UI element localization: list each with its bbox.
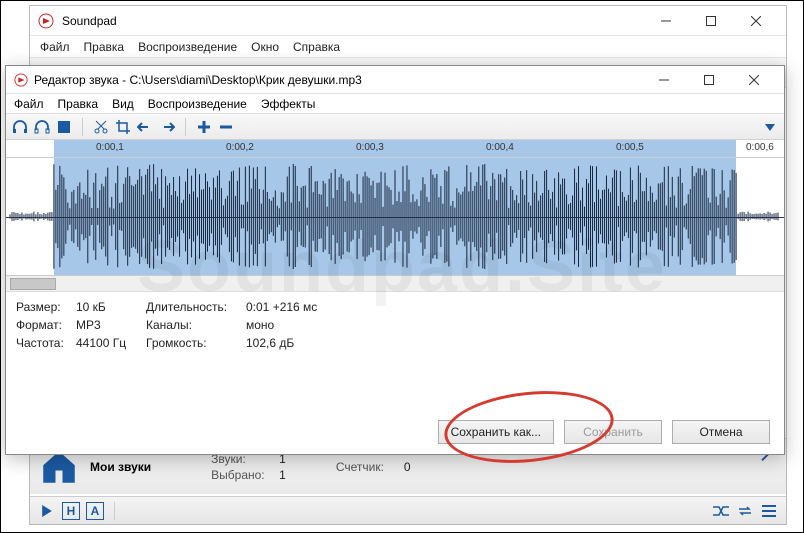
main-menu-file[interactable]: Файл (40, 40, 70, 54)
duration-value: 0:01 +216 мс (246, 298, 366, 316)
main-menu-help[interactable]: Справка (293, 40, 340, 54)
undo-icon[interactable] (137, 119, 153, 135)
main-close-button[interactable] (733, 6, 778, 36)
redo-icon[interactable] (159, 119, 175, 135)
playbar-a-button[interactable]: А (86, 502, 104, 520)
ruler-tick: 0:00,3 (356, 142, 384, 153)
section-title: Мои звуки (90, 460, 151, 474)
volume-label: Громкость: (146, 334, 246, 352)
main-menu-window[interactable]: Окно (251, 40, 279, 54)
editor-close-button[interactable] (731, 65, 776, 95)
editor-menu-playback[interactable]: Воспроизведение (148, 97, 247, 111)
main-maximize-button[interactable] (688, 6, 733, 36)
sound-editor-window: Редактор звука - C:\Users\diami\Desktop\… (5, 65, 785, 455)
ruler-tick: 0:00,2 (226, 142, 254, 153)
editor-button-row: Сохранить как... Сохранить Отмена (438, 420, 770, 444)
duration-label: Длительность: (146, 298, 246, 316)
separator (185, 118, 186, 136)
editor-menu-file[interactable]: Файл (14, 97, 44, 111)
playbar-play-icon[interactable] (38, 502, 56, 520)
stop-icon[interactable] (56, 119, 72, 135)
volume-value: 102,6 дБ (246, 334, 366, 352)
waveform-area[interactable] (6, 158, 784, 276)
horizontal-scrollbar[interactable] (6, 276, 784, 292)
editor-menu-edit[interactable]: Правка (58, 97, 99, 111)
freq-label: Частота: (16, 334, 76, 352)
selected-label: Выбрано: (211, 468, 271, 482)
playbar-h-button[interactable]: Н (62, 502, 80, 520)
ruler-tick: 0:00,5 (616, 142, 644, 153)
audio-info-grid: Размер: 10 кБ Длительность: 0:01 +216 мс… (6, 292, 784, 358)
repeat-icon[interactable] (736, 502, 754, 520)
dropdown-triangle-icon[interactable] (762, 119, 778, 135)
selected-value: 1 (279, 468, 286, 482)
main-window-title: Soundpad (62, 14, 643, 28)
waveform-render (6, 158, 784, 275)
save-button[interactable]: Сохранить (564, 420, 662, 444)
editor-toolbar (6, 114, 784, 140)
editor-logo-icon (14, 73, 28, 87)
separator (82, 118, 83, 136)
ruler-tick: 0:00,1 (96, 142, 124, 153)
ruler-tick: 0:00,4 (486, 142, 514, 153)
save-as-button[interactable]: Сохранить как... (438, 420, 554, 444)
editor-titlebar: Редактор звука - C:\Users\diami\Desktop\… (6, 66, 784, 94)
main-menu-playback[interactable]: Воспроизведение (138, 40, 237, 54)
freq-value: 44100 Гц (76, 334, 146, 352)
scrollbar-thumb[interactable] (10, 278, 56, 290)
editor-window-title: Редактор звука - C:\Users\diami\Desktop\… (34, 73, 641, 87)
ruler-tick: 0:00,6 (746, 142, 774, 153)
main-menu-edit[interactable]: Правка (84, 40, 125, 54)
minus-icon[interactable] (218, 119, 234, 135)
stats-counter: Счетчик: 0 (336, 460, 411, 474)
format-value: MP3 (76, 316, 146, 334)
plus-icon[interactable] (196, 119, 212, 135)
soundpad-logo-icon (38, 13, 54, 29)
separator (114, 502, 115, 520)
crop-icon[interactable] (115, 119, 131, 135)
channels-label: Каналы: (146, 316, 246, 334)
list-icon[interactable] (760, 502, 778, 520)
headphones-icon[interactable] (12, 119, 28, 135)
editor-menu-view[interactable]: Вид (112, 97, 134, 111)
editor-minimize-button[interactable] (641, 65, 686, 95)
editor-menubar: Файл Правка Вид Воспроизведение Эффекты (6, 94, 784, 114)
main-menubar: Файл Правка Воспроизведение Окно Справка (30, 36, 786, 58)
cut-icon[interactable] (93, 119, 109, 135)
size-label: Размер: (16, 298, 76, 316)
counter-value: 0 (404, 460, 411, 474)
channels-value: моно (246, 316, 366, 334)
main-minimize-button[interactable] (643, 6, 688, 36)
playbar: Н А (30, 496, 786, 524)
time-ruler[interactable]: 0:00,1 0:00,2 0:00,3 0:00,4 0:00,5 0:00,… (6, 140, 784, 158)
cancel-button[interactable]: Отмена (672, 420, 770, 444)
size-value: 10 кБ (76, 298, 146, 316)
headphones-alt-icon[interactable] (34, 119, 50, 135)
stats-sounds: Звуки: 1 Выбрано: 1 (211, 452, 286, 482)
counter-label: Счетчик: (336, 460, 396, 474)
shuffle-icon[interactable] (712, 502, 730, 520)
main-titlebar: Soundpad (30, 6, 786, 36)
editor-maximize-button[interactable] (686, 65, 731, 95)
editor-menu-effects[interactable]: Эффекты (261, 97, 316, 111)
format-label: Формат: (16, 316, 76, 334)
